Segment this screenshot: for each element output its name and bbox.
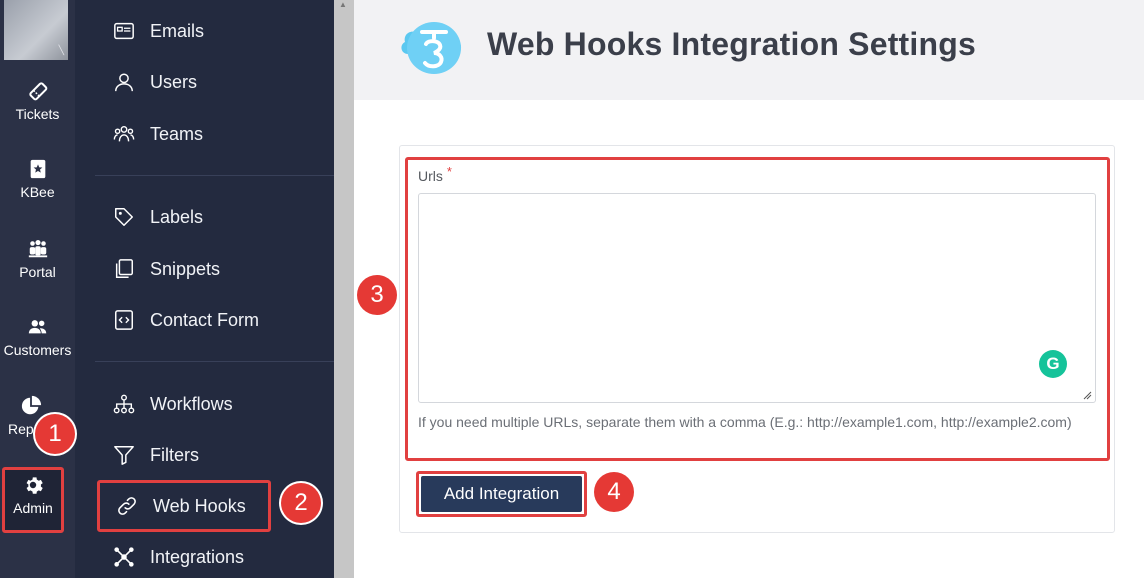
required-asterisk: * — [446, 164, 452, 179]
sidebar-item-teams[interactable]: Teams — [95, 114, 325, 154]
sidebar-item-workflows[interactable]: Workflows — [95, 384, 325, 424]
scrollbar[interactable]: ▲ — [334, 0, 354, 578]
sidebar-item-label: Snippets — [150, 258, 221, 279]
rail-item-label: Admin — [13, 500, 53, 516]
sidebar-item-contact-form[interactable]: Contact Form — [95, 300, 325, 340]
sidebar-divider — [95, 175, 334, 176]
step-marker-4: 4 — [594, 472, 634, 512]
kb-book-icon — [30, 159, 45, 179]
avatar[interactable]: ╲ — [4, 0, 68, 60]
sidebar-item-label: Teams — [150, 123, 204, 144]
tag-icon — [115, 208, 133, 226]
page-header: Web Hooks Integration Settings — [354, 0, 1144, 100]
sidebar-item-snippets[interactable]: Snippets — [95, 249, 325, 289]
step-marker-2: 2 — [281, 483, 321, 523]
rail-item-customers[interactable]: Customers — [0, 316, 75, 358]
icon-rail: ╲ Tickets KBee Portal Customers Repo Adm… — [0, 0, 75, 578]
scroll-up-arrow-icon[interactable]: ▲ — [339, 0, 347, 9]
sidebar-item-label: Integrations — [150, 546, 245, 567]
workflow-icon — [113, 394, 135, 414]
add-integration-button[interactable]: Add Integration — [421, 476, 582, 512]
rail-item-tickets[interactable]: Tickets — [0, 80, 75, 122]
rail-item-admin[interactable]: Admin — [2, 467, 64, 533]
rail-item-kbee[interactable]: KBee — [0, 158, 75, 200]
sidebar-item-label: Contact Form — [150, 309, 260, 330]
portal-people-icon — [28, 240, 47, 258]
urls-help-text: If you need multiple URLs, separate them… — [418, 414, 1072, 430]
chevron-down-icon: ╲ — [58, 45, 64, 55]
step-marker-1: 1 — [35, 414, 75, 454]
sidebar-item-labels[interactable]: Labels — [95, 197, 325, 237]
gear-icon — [26, 477, 43, 494]
rail-item-label: KBee — [20, 184, 55, 200]
sidebar-item-label: Labels — [150, 206, 204, 227]
rail-item-label: Customers — [3, 342, 72, 358]
step-marker-3: 3 — [357, 275, 397, 315]
urls-label-text: Urls — [418, 168, 443, 184]
sidebar-item-filters[interactable]: Filters — [95, 435, 325, 475]
resize-handle-icon[interactable] — [1082, 390, 1092, 400]
user-icon — [115, 73, 133, 92]
webhooks-logo-icon — [401, 22, 462, 74]
teams-icon — [113, 125, 135, 142]
rail-item-label: Portal — [19, 264, 56, 280]
reports-pie-icon — [21, 395, 42, 415]
snippets-icon — [115, 259, 133, 278]
sidebar-divider — [95, 361, 334, 362]
sidebar-item-label: Filters — [150, 444, 199, 465]
link-icon — [118, 497, 136, 515]
sidebar-item-label: Users — [150, 71, 198, 92]
page-title: Web Hooks Integration Settings — [487, 26, 976, 62]
sidebar-item-emails[interactable]: Emails — [95, 11, 325, 51]
grammarly-icon[interactable]: G — [1039, 350, 1067, 378]
urls-label: Urls * — [418, 164, 452, 184]
integrations-icon — [114, 547, 134, 567]
sidebar-item-integrations[interactable]: Integrations — [95, 537, 325, 577]
sidebar-item-label: Emails — [150, 20, 205, 41]
customers-icon — [28, 320, 46, 334]
urls-textarea[interactable] — [418, 193, 1096, 403]
rail-item-label: Tickets — [15, 106, 60, 122]
sidebar-item-web-hooks[interactable]: Web Hooks — [97, 480, 271, 532]
rail-item-portal[interactable]: Portal — [0, 238, 75, 280]
sidebar-item-label: Web Hooks — [153, 495, 246, 516]
filter-icon — [114, 446, 134, 465]
code-icon — [115, 310, 133, 330]
sidebar-item-label: Workflows — [150, 393, 233, 414]
sidebar-item-users[interactable]: Users — [95, 62, 325, 102]
email-icon — [114, 22, 134, 40]
ticket-icon — [28, 82, 47, 101]
